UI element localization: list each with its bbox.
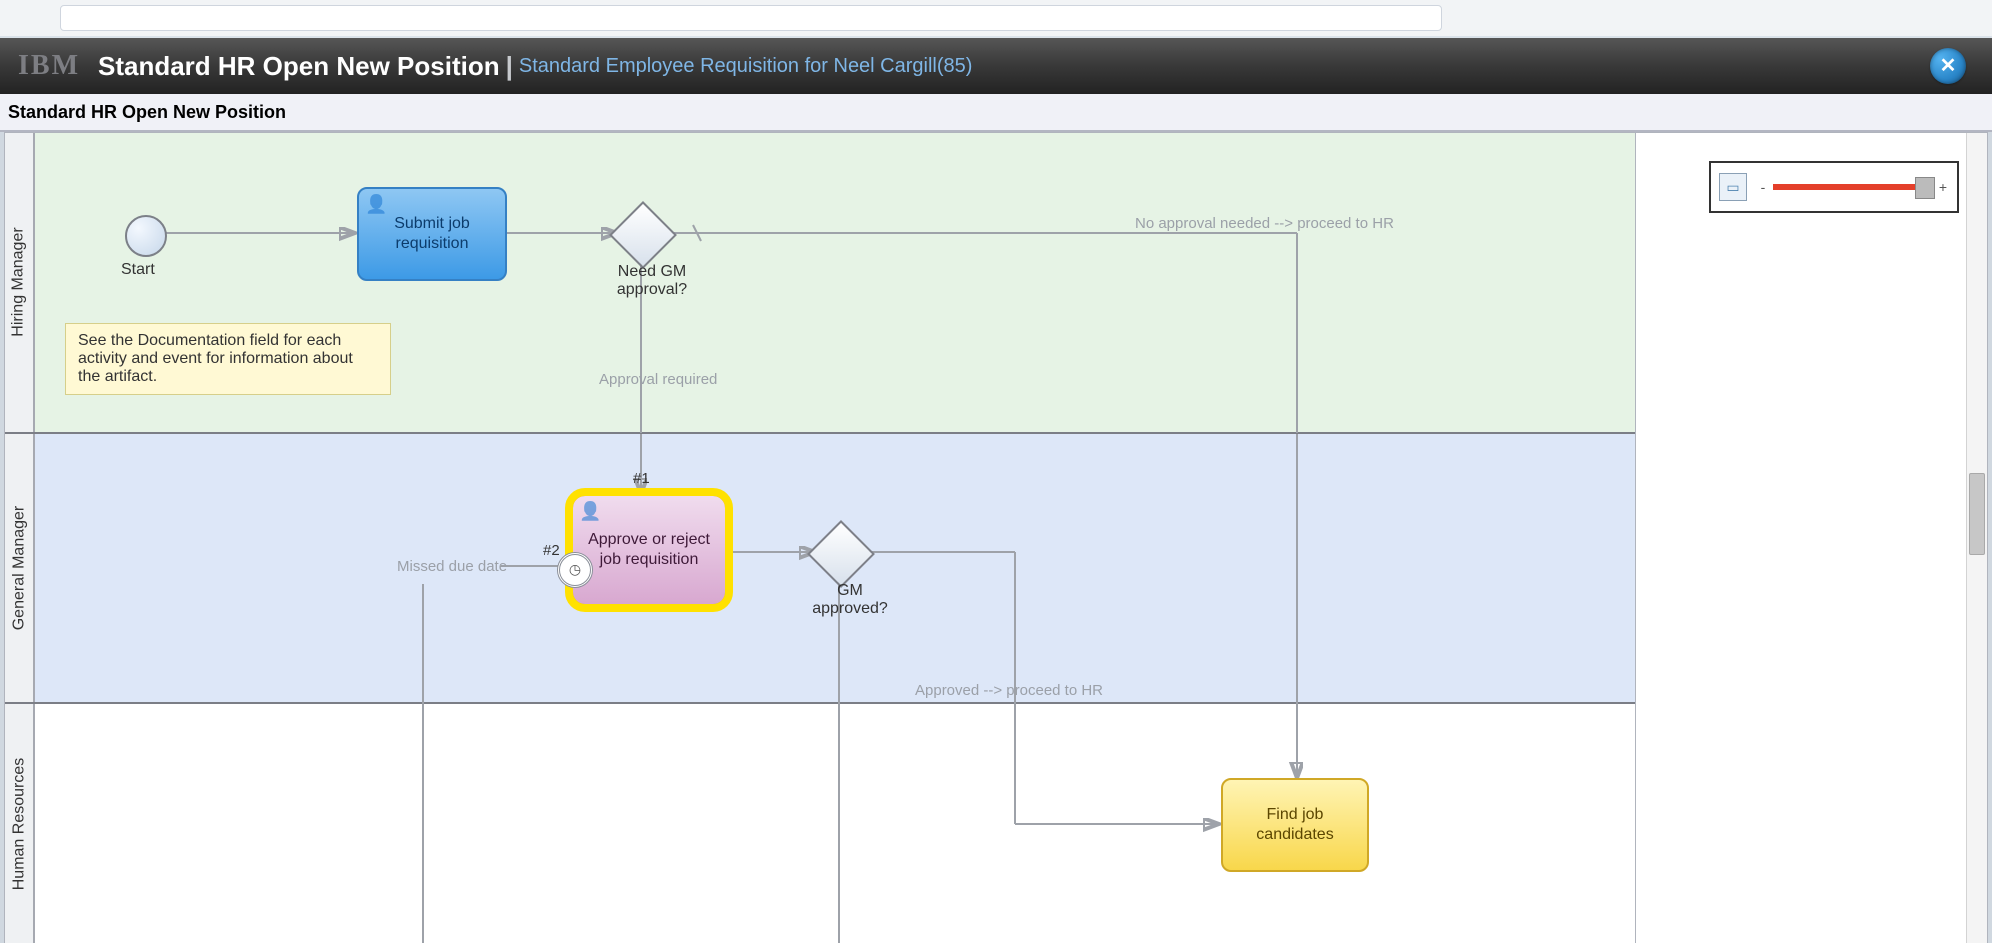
ibm-logo: IBM (18, 50, 80, 82)
lane-label-general-manager: General Manager (10, 506, 28, 631)
task-find-label: Find job candidates (1231, 805, 1359, 845)
lane-general-manager: General Manager (5, 434, 1635, 705)
task-submit-job-requisition[interactable]: 👤 Submit job requisition (357, 187, 507, 281)
zoom-control[interactable]: ▭ - + (1709, 161, 1959, 213)
user-task-icon: 👤 (365, 193, 387, 216)
browser-url-bar (0, 0, 1992, 38)
edge-label-missed-due-date: Missed due date (397, 558, 507, 575)
lane-human-resources: Human Resources Fin (5, 704, 1635, 943)
app-wrapper: IBM Standard HR Open New Position | Stan… (0, 0, 1992, 943)
edge-label-approved-proceed: Approved --> proceed to HR (915, 682, 1103, 699)
instance-subtitle: Standard Employee Requisition for Neel C… (519, 55, 973, 78)
documentation-note-text: See the Documentation field for each act… (78, 332, 353, 385)
top-bar: IBM Standard HR Open New Position | Stan… (0, 38, 1992, 94)
title-separator: | (506, 51, 513, 82)
task-find-job-candidates[interactable]: Find job candidates (1221, 778, 1369, 872)
gateway-gm-approved-label: GM approved? (805, 582, 895, 618)
task-approve-reject-requisition[interactable]: 👤 Approve or reject job requisition (571, 494, 727, 606)
lane-label-hiring-manager: Hiring Manager (10, 228, 28, 337)
gateway-need-gm-label: Need GM approval? (607, 263, 697, 299)
gateway-need-gm-approval[interactable] (609, 201, 677, 269)
edge-label-no-approval: No approval needed --> proceed to HR (1135, 215, 1394, 232)
start-event-label: Start (121, 261, 155, 279)
zoom-minus[interactable]: - (1757, 179, 1769, 195)
page-title: Standard HR Open New Position (98, 51, 500, 82)
documentation-note: See the Documentation field for each act… (65, 323, 391, 395)
user-task-icon: 👤 (579, 500, 601, 523)
scrollbar-thumb[interactable] (1969, 473, 1985, 555)
lane-header-human-resources: Human Resources (5, 704, 35, 943)
zoom-slider-thumb[interactable] (1915, 177, 1935, 199)
close-icon: ✕ (1940, 56, 1957, 76)
vertical-scrollbar[interactable] (1966, 133, 1987, 943)
side-panel: ▭ - + (1636, 133, 1987, 943)
zoom-fit-icon[interactable]: ▭ (1719, 173, 1747, 201)
token-badge-1: #1 (633, 470, 650, 487)
task-approve-label: Approve or reject job requisition (581, 530, 717, 570)
diagram-title: Standard HR Open New Position (8, 102, 286, 123)
diagram-title-bar: Standard HR Open New Position (0, 94, 1992, 132)
edge-label-approval-required: Approval required (599, 371, 717, 388)
start-event[interactable] (125, 215, 167, 257)
lane-label-human-resources: Human Resources (10, 757, 28, 890)
timer-boundary-event[interactable]: ◷ (557, 552, 593, 588)
lane-header-general-manager: General Manager (5, 434, 35, 703)
token-badge-2: #2 (543, 542, 560, 559)
url-input[interactable] (60, 5, 1442, 31)
lane-hiring-manager: Hiring Manager (5, 133, 1635, 434)
lane-header-hiring-manager: Hiring Manager (5, 133, 35, 432)
task-submit-label: Submit job requisition (367, 214, 497, 254)
gateway-gm-approved[interactable] (807, 520, 875, 588)
close-button[interactable]: ✕ (1930, 48, 1966, 84)
zoom-slider-track[interactable] (1773, 184, 1933, 190)
swimlanes: Hiring Manager (5, 133, 1636, 943)
diagram-area: Hiring Manager (4, 132, 1988, 943)
zoom-plus[interactable]: + (1937, 179, 1949, 195)
